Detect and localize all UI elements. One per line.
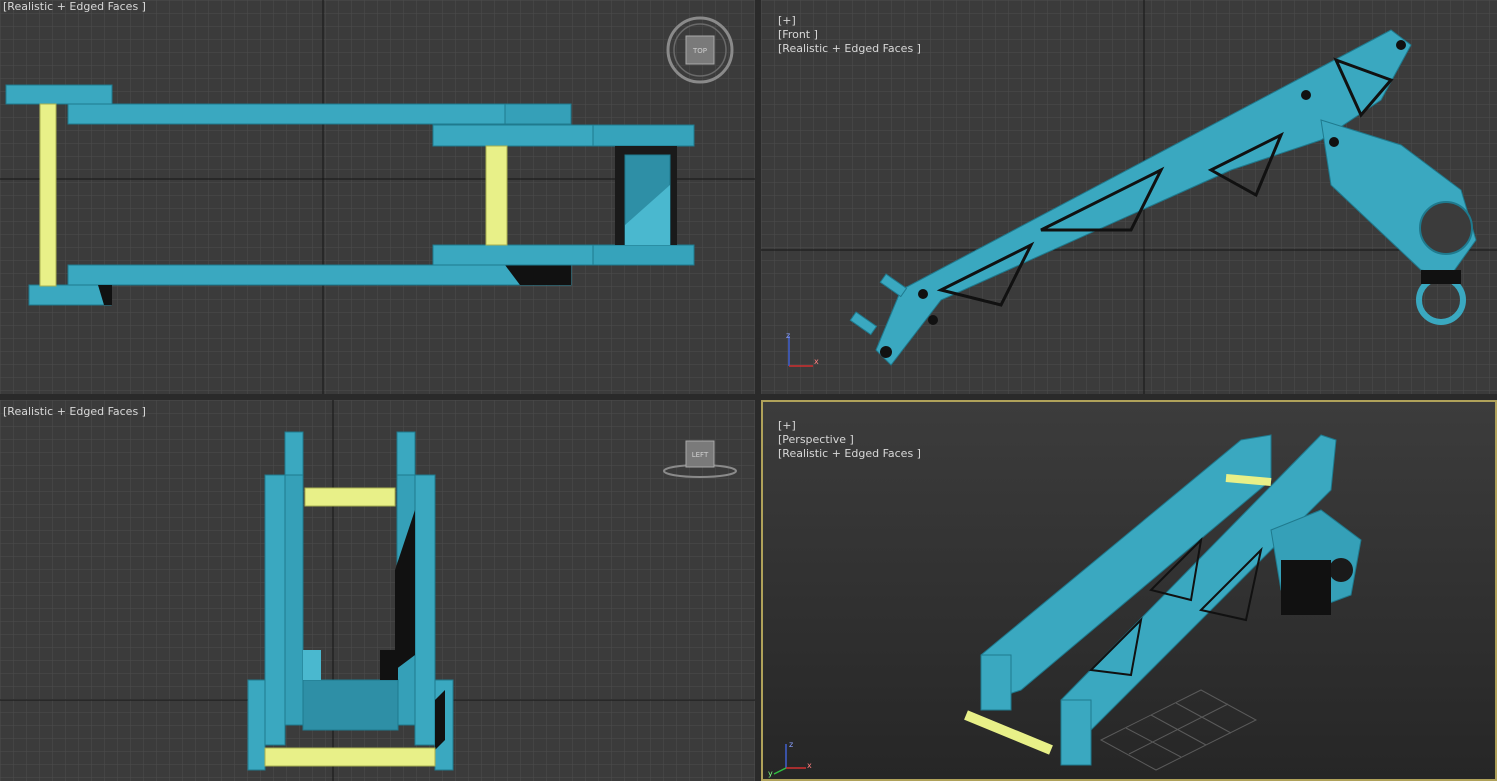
viewport-top-label[interactable]: [Realistic + Edged Faces ] (3, 0, 146, 14)
viewport-front-plus-menu[interactable]: [+] (778, 14, 796, 27)
viewport-left-canvas (0, 400, 755, 781)
axis-y-label: y (768, 769, 773, 778)
viewcube-left[interactable]: LEFT (660, 438, 740, 483)
viewport-top[interactable]: [Realistic + Edged Faces ] TOP (0, 0, 755, 394)
viewport-perspective-shading-menu[interactable]: [Realistic + Edged Faces ] (778, 447, 921, 460)
axis-z-label: z (786, 331, 790, 340)
viewcube-left-label: LEFT (692, 451, 709, 459)
axis-x-label: x (807, 761, 812, 770)
model-perspective-view (964, 434, 1362, 766)
viewport-front-pov-menu[interactable]: [Front ] (778, 28, 818, 41)
viewport-top-canvas (0, 0, 755, 394)
viewport-left[interactable]: [Realistic + Edged Faces ] LEFT (0, 400, 755, 781)
viewcube-top[interactable]: TOP (665, 15, 735, 85)
viewport-front-shading-menu[interactable]: [Realistic + Edged Faces ] (778, 42, 921, 55)
axis-tripod-perspective: z x y (768, 740, 812, 778)
viewport-perspective-plus-menu[interactable]: [+] (778, 419, 796, 432)
viewport-perspective[interactable]: [+] [Perspective ] [Realistic + Edged Fa… (761, 400, 1497, 781)
viewport-front-label: [+] [Front ] [Realistic + Edged Faces ] (764, 0, 921, 70)
axis-tripod-front: z x (786, 331, 819, 367)
axis-z-label: z (789, 740, 793, 749)
viewcube-top-label: TOP (692, 47, 707, 55)
home-grid (1099, 689, 1258, 771)
viewport-left-label[interactable]: [Realistic + Edged Faces ] (3, 405, 146, 419)
axis-x-label: x (814, 357, 819, 366)
viewport-perspective-pov-menu[interactable]: [Perspective ] (778, 433, 854, 446)
viewport-perspective-label: [+] [Perspective ] [Realistic + Edged Fa… (764, 405, 921, 475)
viewport-front[interactable]: [+] [Front ] [Realistic + Edged Faces ] … (761, 0, 1497, 394)
